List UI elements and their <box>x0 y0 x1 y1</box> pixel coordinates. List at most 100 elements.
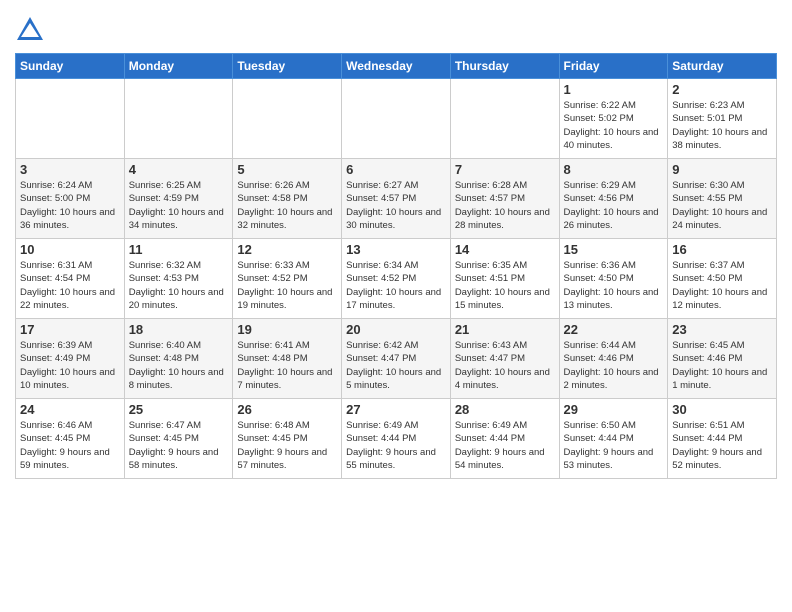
day-info: Sunrise: 6:23 AM Sunset: 5:01 PM Dayligh… <box>672 99 772 152</box>
day-number: 19 <box>237 322 337 337</box>
header-cell-tuesday: Tuesday <box>233 54 342 79</box>
day-info: Sunrise: 6:24 AM Sunset: 5:00 PM Dayligh… <box>20 179 120 232</box>
day-number: 1 <box>564 82 664 97</box>
day-number: 29 <box>564 402 664 417</box>
day-cell: 7 Sunrise: 6:28 AM Sunset: 4:57 PM Daylig… <box>450 159 559 239</box>
day-number: 13 <box>346 242 446 257</box>
day-cell: 18 Sunrise: 6:40 AM Sunset: 4:48 PM Dayli… <box>124 319 233 399</box>
week-row-4: 24 Sunrise: 6:46 AM Sunset: 4:45 PM Dayli… <box>16 399 777 479</box>
day-number: 8 <box>564 162 664 177</box>
day-cell: 21Sunrise: 6:43 AM Sunset: 4:47 PM Dayli… <box>450 319 559 399</box>
day-cell <box>124 79 233 159</box>
day-info: Sunrise: 6:35 AM Sunset: 4:51 PM Dayligh… <box>455 259 555 312</box>
day-cell: 6 Sunrise: 6:27 AM Sunset: 4:57 PM Daylig… <box>342 159 451 239</box>
day-number: 25 <box>129 402 229 417</box>
day-cell: 27Sunrise: 6:49 AM Sunset: 4:44 PM Dayli… <box>342 399 451 479</box>
week-row-0: 1 Sunrise: 6:22 AM Sunset: 5:02 PM Daylig… <box>16 79 777 159</box>
day-cell: 17Sunrise: 6:39 AM Sunset: 4:49 PM Dayli… <box>16 319 125 399</box>
day-info: Sunrise: 6:34 AM Sunset: 4:52 PM Dayligh… <box>346 259 446 312</box>
day-info: Sunrise: 6:50 AM Sunset: 4:44 PM Dayligh… <box>564 419 664 472</box>
day-info: Sunrise: 6:33 AM Sunset: 4:52 PM Dayligh… <box>237 259 337 312</box>
day-cell <box>16 79 125 159</box>
day-cell <box>342 79 451 159</box>
day-cell: 10 Sunrise: 6:31 AM Sunset: 4:54 PM Dayli… <box>16 239 125 319</box>
day-info: Sunrise: 6:40 AM Sunset: 4:48 PM Dayligh… <box>129 339 229 392</box>
day-number: 3 <box>20 162 120 177</box>
day-cell <box>450 79 559 159</box>
day-info: Sunrise: 6:29 AM Sunset: 4:56 PM Dayligh… <box>564 179 664 232</box>
day-number: 12 <box>237 242 337 257</box>
day-cell: 26 Sunrise: 6:48 AM Sunset: 4:45 PM Dayli… <box>233 399 342 479</box>
day-info: Sunrise: 6:49 AM Sunset: 4:44 PM Dayligh… <box>455 419 555 472</box>
day-cell: 23 Sunrise: 6:45 AM Sunset: 4:46 PM Dayli… <box>668 319 777 399</box>
day-number: 18 <box>129 322 229 337</box>
day-cell: 11 Sunrise: 6:32 AM Sunset: 4:53 PM Dayli… <box>124 239 233 319</box>
header-cell-friday: Friday <box>559 54 668 79</box>
day-info: Sunrise: 6:43 AM Sunset: 4:47 PM Dayligh… <box>455 339 555 392</box>
day-number: 5 <box>237 162 337 177</box>
day-cell: 9 Sunrise: 6:30 AM Sunset: 4:55 PM Daylig… <box>668 159 777 239</box>
day-cell: 29 Sunrise: 6:50 AM Sunset: 4:44 PM Dayli… <box>559 399 668 479</box>
day-info: Sunrise: 6:28 AM Sunset: 4:57 PM Dayligh… <box>455 179 555 232</box>
day-info: Sunrise: 6:25 AM Sunset: 4:59 PM Dayligh… <box>129 179 229 232</box>
week-row-2: 10 Sunrise: 6:31 AM Sunset: 4:54 PM Dayli… <box>16 239 777 319</box>
header-cell-sunday: Sunday <box>16 54 125 79</box>
logo <box>15 15 47 45</box>
day-number: 11 <box>129 242 229 257</box>
day-number: 2 <box>672 82 772 97</box>
day-info: Sunrise: 6:22 AM Sunset: 5:02 PM Dayligh… <box>564 99 664 152</box>
day-cell <box>233 79 342 159</box>
day-number: 30 <box>672 402 772 417</box>
week-row-3: 17Sunrise: 6:39 AM Sunset: 4:49 PM Dayli… <box>16 319 777 399</box>
day-cell: 30 Sunrise: 6:51 AM Sunset: 4:44 PM Dayli… <box>668 399 777 479</box>
day-info: Sunrise: 6:44 AM Sunset: 4:46 PM Dayligh… <box>564 339 664 392</box>
day-info: Sunrise: 6:51 AM Sunset: 4:44 PM Dayligh… <box>672 419 772 472</box>
day-number: 20 <box>346 322 446 337</box>
day-info: Sunrise: 6:37 AM Sunset: 4:50 PM Dayligh… <box>672 259 772 312</box>
day-cell: 14 Sunrise: 6:35 AM Sunset: 4:51 PM Dayli… <box>450 239 559 319</box>
day-info: Sunrise: 6:32 AM Sunset: 4:53 PM Dayligh… <box>129 259 229 312</box>
day-cell: 2 Sunrise: 6:23 AM Sunset: 5:01 PM Daylig… <box>668 79 777 159</box>
page-container: SundayMondayTuesdayWednesdayThursdayFrid… <box>0 0 792 484</box>
day-cell: 28 Sunrise: 6:49 AM Sunset: 4:44 PM Dayli… <box>450 399 559 479</box>
day-info: Sunrise: 6:49 AM Sunset: 4:44 PM Dayligh… <box>346 419 446 472</box>
day-info: Sunrise: 6:45 AM Sunset: 4:46 PM Dayligh… <box>672 339 772 392</box>
day-cell: 20Sunrise: 6:42 AM Sunset: 4:47 PM Dayli… <box>342 319 451 399</box>
day-number: 10 <box>20 242 120 257</box>
day-number: 7 <box>455 162 555 177</box>
day-info: Sunrise: 6:31 AM Sunset: 4:54 PM Dayligh… <box>20 259 120 312</box>
day-cell: 1 Sunrise: 6:22 AM Sunset: 5:02 PM Daylig… <box>559 79 668 159</box>
day-cell: 24 Sunrise: 6:46 AM Sunset: 4:45 PM Dayli… <box>16 399 125 479</box>
day-info: Sunrise: 6:26 AM Sunset: 4:58 PM Dayligh… <box>237 179 337 232</box>
day-cell: 12 Sunrise: 6:33 AM Sunset: 4:52 PM Dayli… <box>233 239 342 319</box>
day-cell: 16Sunrise: 6:37 AM Sunset: 4:50 PM Dayli… <box>668 239 777 319</box>
day-number: 17 <box>20 322 120 337</box>
day-number: 4 <box>129 162 229 177</box>
day-number: 6 <box>346 162 446 177</box>
day-info: Sunrise: 6:46 AM Sunset: 4:45 PM Dayligh… <box>20 419 120 472</box>
day-number: 15 <box>564 242 664 257</box>
header-cell-thursday: Thursday <box>450 54 559 79</box>
day-number: 22 <box>564 322 664 337</box>
day-number: 23 <box>672 322 772 337</box>
header-row: SundayMondayTuesdayWednesdayThursdayFrid… <box>16 54 777 79</box>
day-cell: 22 Sunrise: 6:44 AM Sunset: 4:46 PM Dayli… <box>559 319 668 399</box>
day-cell: 5 Sunrise: 6:26 AM Sunset: 4:58 PM Daylig… <box>233 159 342 239</box>
day-info: Sunrise: 6:30 AM Sunset: 4:55 PM Dayligh… <box>672 179 772 232</box>
day-number: 9 <box>672 162 772 177</box>
day-info: Sunrise: 6:48 AM Sunset: 4:45 PM Dayligh… <box>237 419 337 472</box>
header <box>15 10 777 45</box>
day-info: Sunrise: 6:36 AM Sunset: 4:50 PM Dayligh… <box>564 259 664 312</box>
day-info: Sunrise: 6:47 AM Sunset: 4:45 PM Dayligh… <box>129 419 229 472</box>
day-cell: 25 Sunrise: 6:47 AM Sunset: 4:45 PM Dayli… <box>124 399 233 479</box>
day-info: Sunrise: 6:27 AM Sunset: 4:57 PM Dayligh… <box>346 179 446 232</box>
header-cell-saturday: Saturday <box>668 54 777 79</box>
day-number: 14 <box>455 242 555 257</box>
day-cell: 8 Sunrise: 6:29 AM Sunset: 4:56 PM Daylig… <box>559 159 668 239</box>
day-number: 28 <box>455 402 555 417</box>
day-number: 26 <box>237 402 337 417</box>
day-cell: 13 Sunrise: 6:34 AM Sunset: 4:52 PM Dayli… <box>342 239 451 319</box>
day-number: 24 <box>20 402 120 417</box>
day-cell: 4 Sunrise: 6:25 AM Sunset: 4:59 PM Daylig… <box>124 159 233 239</box>
logo-icon <box>15 15 45 45</box>
